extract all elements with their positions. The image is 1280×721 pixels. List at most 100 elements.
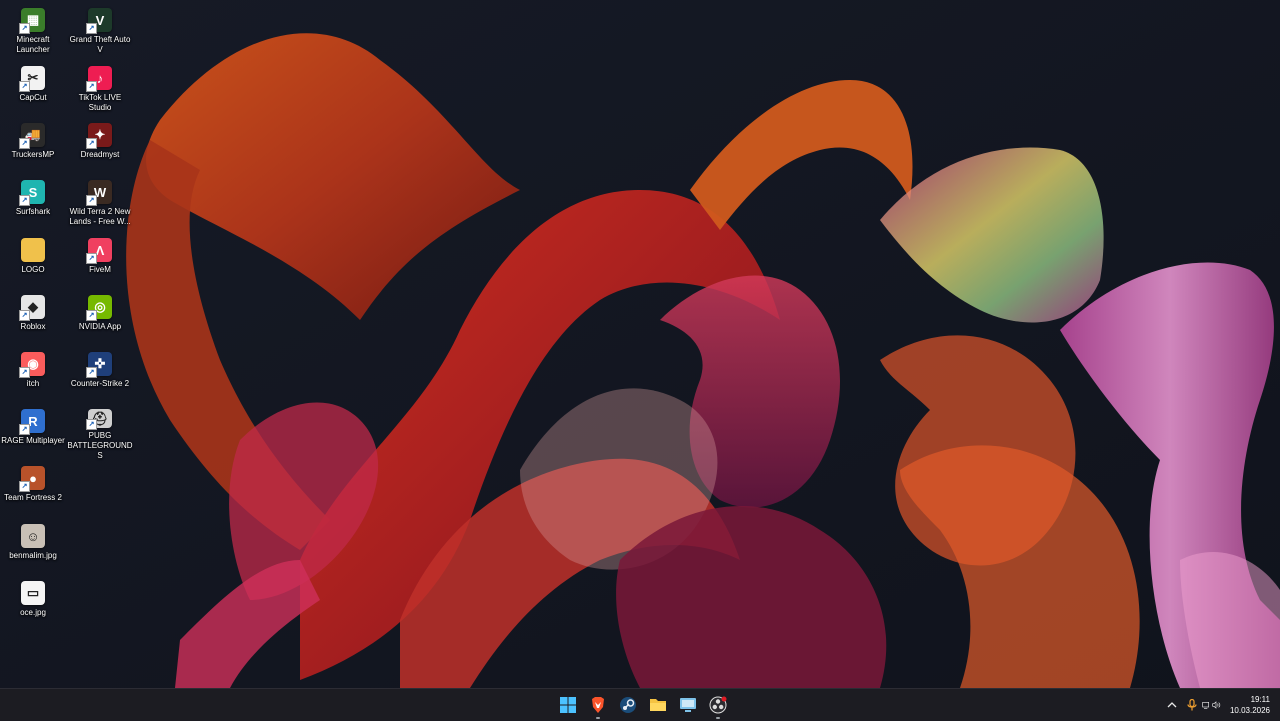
- pubg-icon: ⛑ ↗: [86, 409, 112, 430]
- microphone-icon: [1187, 699, 1197, 711]
- desktop-icon-label: oce.jpg: [20, 608, 46, 617]
- desktop-icon-label: CapCut: [19, 93, 47, 102]
- desktop-icon[interactable]: ✦ ↗ Dreadmyst: [67, 119, 133, 175]
- clock[interactable]: 19:11 10.03.2026: [1230, 694, 1270, 716]
- image-file-icon: ☺: [21, 524, 45, 548]
- surfshark-icon: S ↗: [19, 180, 45, 206]
- shortcut-arrow-icon: ↗: [19, 23, 30, 34]
- shortcut-arrow-icon: ↗: [86, 23, 97, 34]
- capcut-icon: ✂ ↗: [19, 66, 45, 92]
- desktop-icon[interactable]: ◎ ↗ NVIDIA App: [67, 291, 133, 347]
- desktop-icon-label: Counter-Strike 2: [70, 379, 130, 388]
- taskbar-brave-button[interactable]: [584, 691, 612, 719]
- shortcut-arrow-icon: ↗: [86, 138, 97, 149]
- desktop-icon[interactable]: ☺ benmalim.jpg: [0, 520, 66, 576]
- desktop-icon[interactable]: ◆ ↗ Roblox: [0, 291, 66, 347]
- desktop-icon[interactable]: S ↗ Surfshark: [0, 176, 66, 232]
- image-file-icon: ▭: [21, 581, 45, 605]
- desktop-icon[interactable]: ✜ ↗ Counter-Strike 2: [67, 348, 133, 404]
- chevron-up-icon: [1167, 702, 1177, 708]
- truckersmp-icon: 🚚 ↗: [19, 123, 45, 149]
- desktop-icon-label: TruckersMP: [11, 150, 55, 159]
- desktop-icon-label: Team Fortress 2: [4, 493, 62, 502]
- desktop-icon[interactable]: R ↗ RAGE Multiplayer: [0, 405, 66, 461]
- desktop-icon-label: PUBG BATTLEGROUNDS: [67, 431, 133, 460]
- tiktok-live-icon: ♪ ↗: [86, 66, 112, 92]
- desktop-icon-label: NVIDIA App: [78, 322, 122, 331]
- shortcut-arrow-icon: ↗: [19, 367, 30, 378]
- desktop-icon[interactable]: V ↗ Grand Theft Auto V: [67, 4, 133, 60]
- desktop-icon[interactable]: ▦ ↗ Minecraft Launcher: [0, 4, 66, 60]
- minecraft-icon: ▦ ↗: [19, 8, 45, 34]
- taskbar-obs-button[interactable]: [704, 691, 732, 719]
- remote-desktop-icon: [680, 698, 696, 712]
- running-indicator: [596, 717, 600, 719]
- system-tray: 19:11 10.03.2026: [1162, 689, 1280, 721]
- dreadmyst-icon: ✦ ↗: [86, 123, 112, 149]
- cs2-icon: ✜ ↗: [86, 352, 112, 378]
- desktop-icon-label: itch: [26, 379, 40, 388]
- desktop-icon[interactable]: ♪ ↗ TikTok LIVE Studio: [67, 62, 133, 118]
- desktop-icon-label: Roblox: [20, 322, 46, 331]
- desktop-icon[interactable]: 🚚 ↗ TruckersMP: [0, 119, 66, 175]
- desktop-icon-label: RAGE Multiplayer: [1, 436, 65, 445]
- quick-settings-button[interactable]: [1202, 695, 1222, 715]
- brave-browser-icon: [592, 697, 604, 713]
- clock-date: 10.03.2026: [1229, 706, 1270, 715]
- microphone-button[interactable]: [1182, 695, 1202, 715]
- tf2-icon: ● ↗: [19, 466, 45, 492]
- wallpaper-art: [0, 0, 1280, 688]
- desktop-icon[interactable]: LOGO: [0, 234, 66, 290]
- network-volume-icon: [1202, 701, 1221, 709]
- desktop-icon[interactable]: ◉ ↗ itch: [0, 348, 66, 404]
- taskbar-remote-desktop-button[interactable]: [674, 691, 702, 719]
- desktop-icon[interactable]: ✂ ↗ CapCut: [0, 62, 66, 118]
- shortcut-arrow-icon: ↗: [86, 253, 97, 264]
- folder-icon: [21, 238, 45, 262]
- desktop-icon[interactable]: ● ↗ Team Fortress 2: [0, 462, 66, 518]
- shortcut-arrow-icon: ↗: [86, 419, 97, 430]
- desktop-wallpaper: [0, 0, 1280, 688]
- desktop-icon-label: TikTok LIVE Studio: [78, 93, 122, 112]
- clock-time: 19:11: [1250, 695, 1270, 704]
- steam-icon: [620, 697, 636, 713]
- shortcut-arrow-icon: ↗: [19, 195, 30, 206]
- shortcut-arrow-icon: ↗: [86, 310, 97, 321]
- desktop-icon[interactable]: Λ ↗ FiveM: [67, 234, 133, 290]
- nvidia-icon: ◎ ↗: [86, 295, 112, 321]
- taskbar-apps: [554, 691, 732, 719]
- obs-icon: [709, 696, 727, 714]
- shortcut-arrow-icon: ↗: [86, 367, 97, 378]
- desktop-icon-label: Dreadmyst: [80, 150, 120, 159]
- taskbar: 19:11 10.03.2026: [0, 688, 1280, 721]
- desktop-icon-label: Surfshark: [15, 207, 51, 216]
- desktop-icon-label: Wild Terra 2 New Lands - Free W...: [69, 207, 131, 226]
- taskbar-steam-button[interactable]: [614, 691, 642, 719]
- roblox-icon: ◆ ↗: [19, 295, 45, 321]
- shortcut-arrow-icon: ↗: [19, 424, 30, 435]
- file-explorer-icon: [650, 699, 666, 711]
- running-indicator: [716, 717, 720, 719]
- show-hidden-icons-button[interactable]: [1162, 695, 1182, 715]
- wildterra-icon: W ↗: [86, 180, 112, 206]
- desktop-icon[interactable]: ⛑ ↗ PUBG BATTLEGROUNDS: [67, 405, 133, 461]
- start-button[interactable]: [554, 691, 582, 719]
- shortcut-arrow-icon: ↗: [86, 195, 97, 206]
- desktop-icon-label: benmalim.jpg: [9, 551, 57, 560]
- desktop-icon-label: Grand Theft Auto V: [69, 35, 131, 54]
- shortcut-arrow-icon: ↗: [19, 310, 30, 321]
- shortcut-arrow-icon: ↗: [19, 138, 30, 149]
- desktop-icon-area: ▦ ↗ Minecraft Launcher ✂ ↗ CapCut 🚚 ↗ TruckersMP…: [0, 0, 140, 688]
- itch-icon: ◉ ↗: [19, 352, 45, 378]
- desktop-icon-label: FiveM: [89, 265, 111, 274]
- desktop-icon[interactable]: W ↗ Wild Terra 2 New Lands - Free W...: [67, 176, 133, 232]
- desktop-icon-label: LOGO: [21, 265, 45, 274]
- taskbar-explorer-button[interactable]: [644, 691, 672, 719]
- gta-icon: V ↗: [86, 8, 112, 34]
- shortcut-arrow-icon: ↗: [19, 481, 30, 492]
- shortcut-arrow-icon: ↗: [86, 81, 97, 92]
- shortcut-arrow-icon: ↗: [19, 81, 30, 92]
- rage-icon: R ↗: [19, 409, 45, 435]
- desktop-icon[interactable]: ▭ oce.jpg: [0, 577, 66, 633]
- fivem-icon: Λ ↗: [86, 238, 112, 264]
